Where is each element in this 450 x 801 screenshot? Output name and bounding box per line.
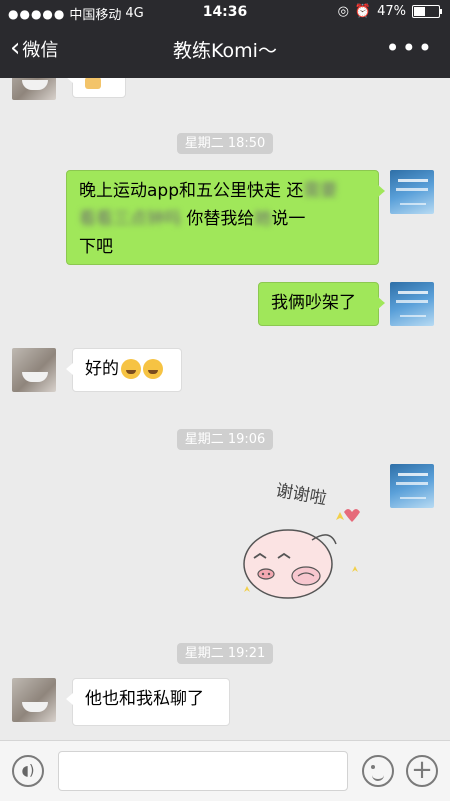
avatar-detail xyxy=(396,482,428,485)
avatar-detail xyxy=(400,497,426,499)
battery-icon xyxy=(412,5,442,18)
avatar-detail xyxy=(398,473,428,476)
alarm-icon: ⏰ xyxy=(354,4,372,19)
message-text: 说一 xyxy=(271,209,306,229)
message-text: 下吧 xyxy=(79,237,113,257)
message-text: 你替我给 xyxy=(186,209,255,229)
input-bar: ◖) + xyxy=(0,740,450,801)
chat-area[interactable]: 星期二 18:50 晚上运动app和五公里快走 还需要 看看三点钟吗 你替我给她… xyxy=(0,78,450,740)
voice-icon[interactable]: ◖) xyxy=(12,755,44,787)
message-text: 他也和我私聊了 xyxy=(85,689,204,709)
timestamp: 星期二 18:50 xyxy=(0,132,450,154)
emoji-icon xyxy=(85,78,101,89)
message-text: 晚上运动app和五公里快走 还 xyxy=(79,181,304,201)
avatar-detail xyxy=(396,300,428,303)
timestamp: 星期二 19:06 xyxy=(0,428,450,450)
avatar-me[interactable] xyxy=(390,282,434,326)
avatar-me[interactable] xyxy=(390,170,434,214)
avatar-coach[interactable] xyxy=(12,348,56,392)
message-bubble-sent[interactable]: 晚上运动app和五公里快走 还需要 看看三点钟吗 你替我给她说一 下吧 xyxy=(66,170,385,265)
message-bubble-received[interactable]: 好的 xyxy=(66,348,182,392)
battery-fill xyxy=(414,7,426,16)
plus-icon[interactable]: + xyxy=(406,755,438,787)
battery-label: 47% xyxy=(377,4,406,19)
timestamp-label: 星期二 18:50 xyxy=(176,133,274,154)
message-bubble-received[interactable]: 他也和我私聊了 xyxy=(66,678,230,726)
message-text: 好的 xyxy=(85,359,119,379)
laughing-crying-emoji-icon xyxy=(143,359,163,379)
top-bar: ●●●●● 中国移动 4G 14:36 ◎ ⏰ 47% ‹ 微信 教练Komi～… xyxy=(0,0,450,78)
message-bubble-partial[interactable] xyxy=(66,78,126,98)
status-right: ◎ ⏰ 47% xyxy=(337,4,442,19)
timestamp-label: 星期二 19:21 xyxy=(176,643,274,664)
pig-sticker[interactable]: 谢谢啦 xyxy=(236,480,366,610)
blurred-text: 她 xyxy=(254,209,272,229)
message-bubble-sent[interactable]: 我俩吵架了 xyxy=(258,282,385,326)
message-text: 我俩吵架了 xyxy=(271,293,356,313)
avatar-detail xyxy=(398,179,428,182)
chat-title: 教练Komi～ xyxy=(173,40,277,62)
rotation-lock-icon: ◎ xyxy=(337,4,349,19)
avatar-detail xyxy=(400,315,426,317)
avatar-me[interactable] xyxy=(390,464,434,508)
more-icon[interactable]: ••• xyxy=(386,34,434,62)
blurred-text: 看看三点钟吗 xyxy=(79,209,181,229)
emoji-icon[interactable] xyxy=(362,755,394,787)
avatar-detail xyxy=(398,291,428,294)
message-input[interactable] xyxy=(58,751,348,791)
avatar-coach[interactable] xyxy=(12,78,56,100)
timestamp: 星期二 19:21 xyxy=(0,642,450,664)
blurred-text: 需要 xyxy=(303,181,338,201)
avatar-detail xyxy=(400,203,426,205)
laughing-crying-emoji-icon xyxy=(121,359,141,379)
nav-bar: ‹ 微信 教练Komi～ ••• xyxy=(0,28,450,76)
status-bar: ●●●●● 中国移动 4G 14:36 ◎ ⏰ 47% xyxy=(0,0,450,24)
timestamp-label: 星期二 19:06 xyxy=(176,429,274,450)
avatar-coach[interactable] xyxy=(12,678,56,722)
avatar-detail xyxy=(396,188,428,191)
